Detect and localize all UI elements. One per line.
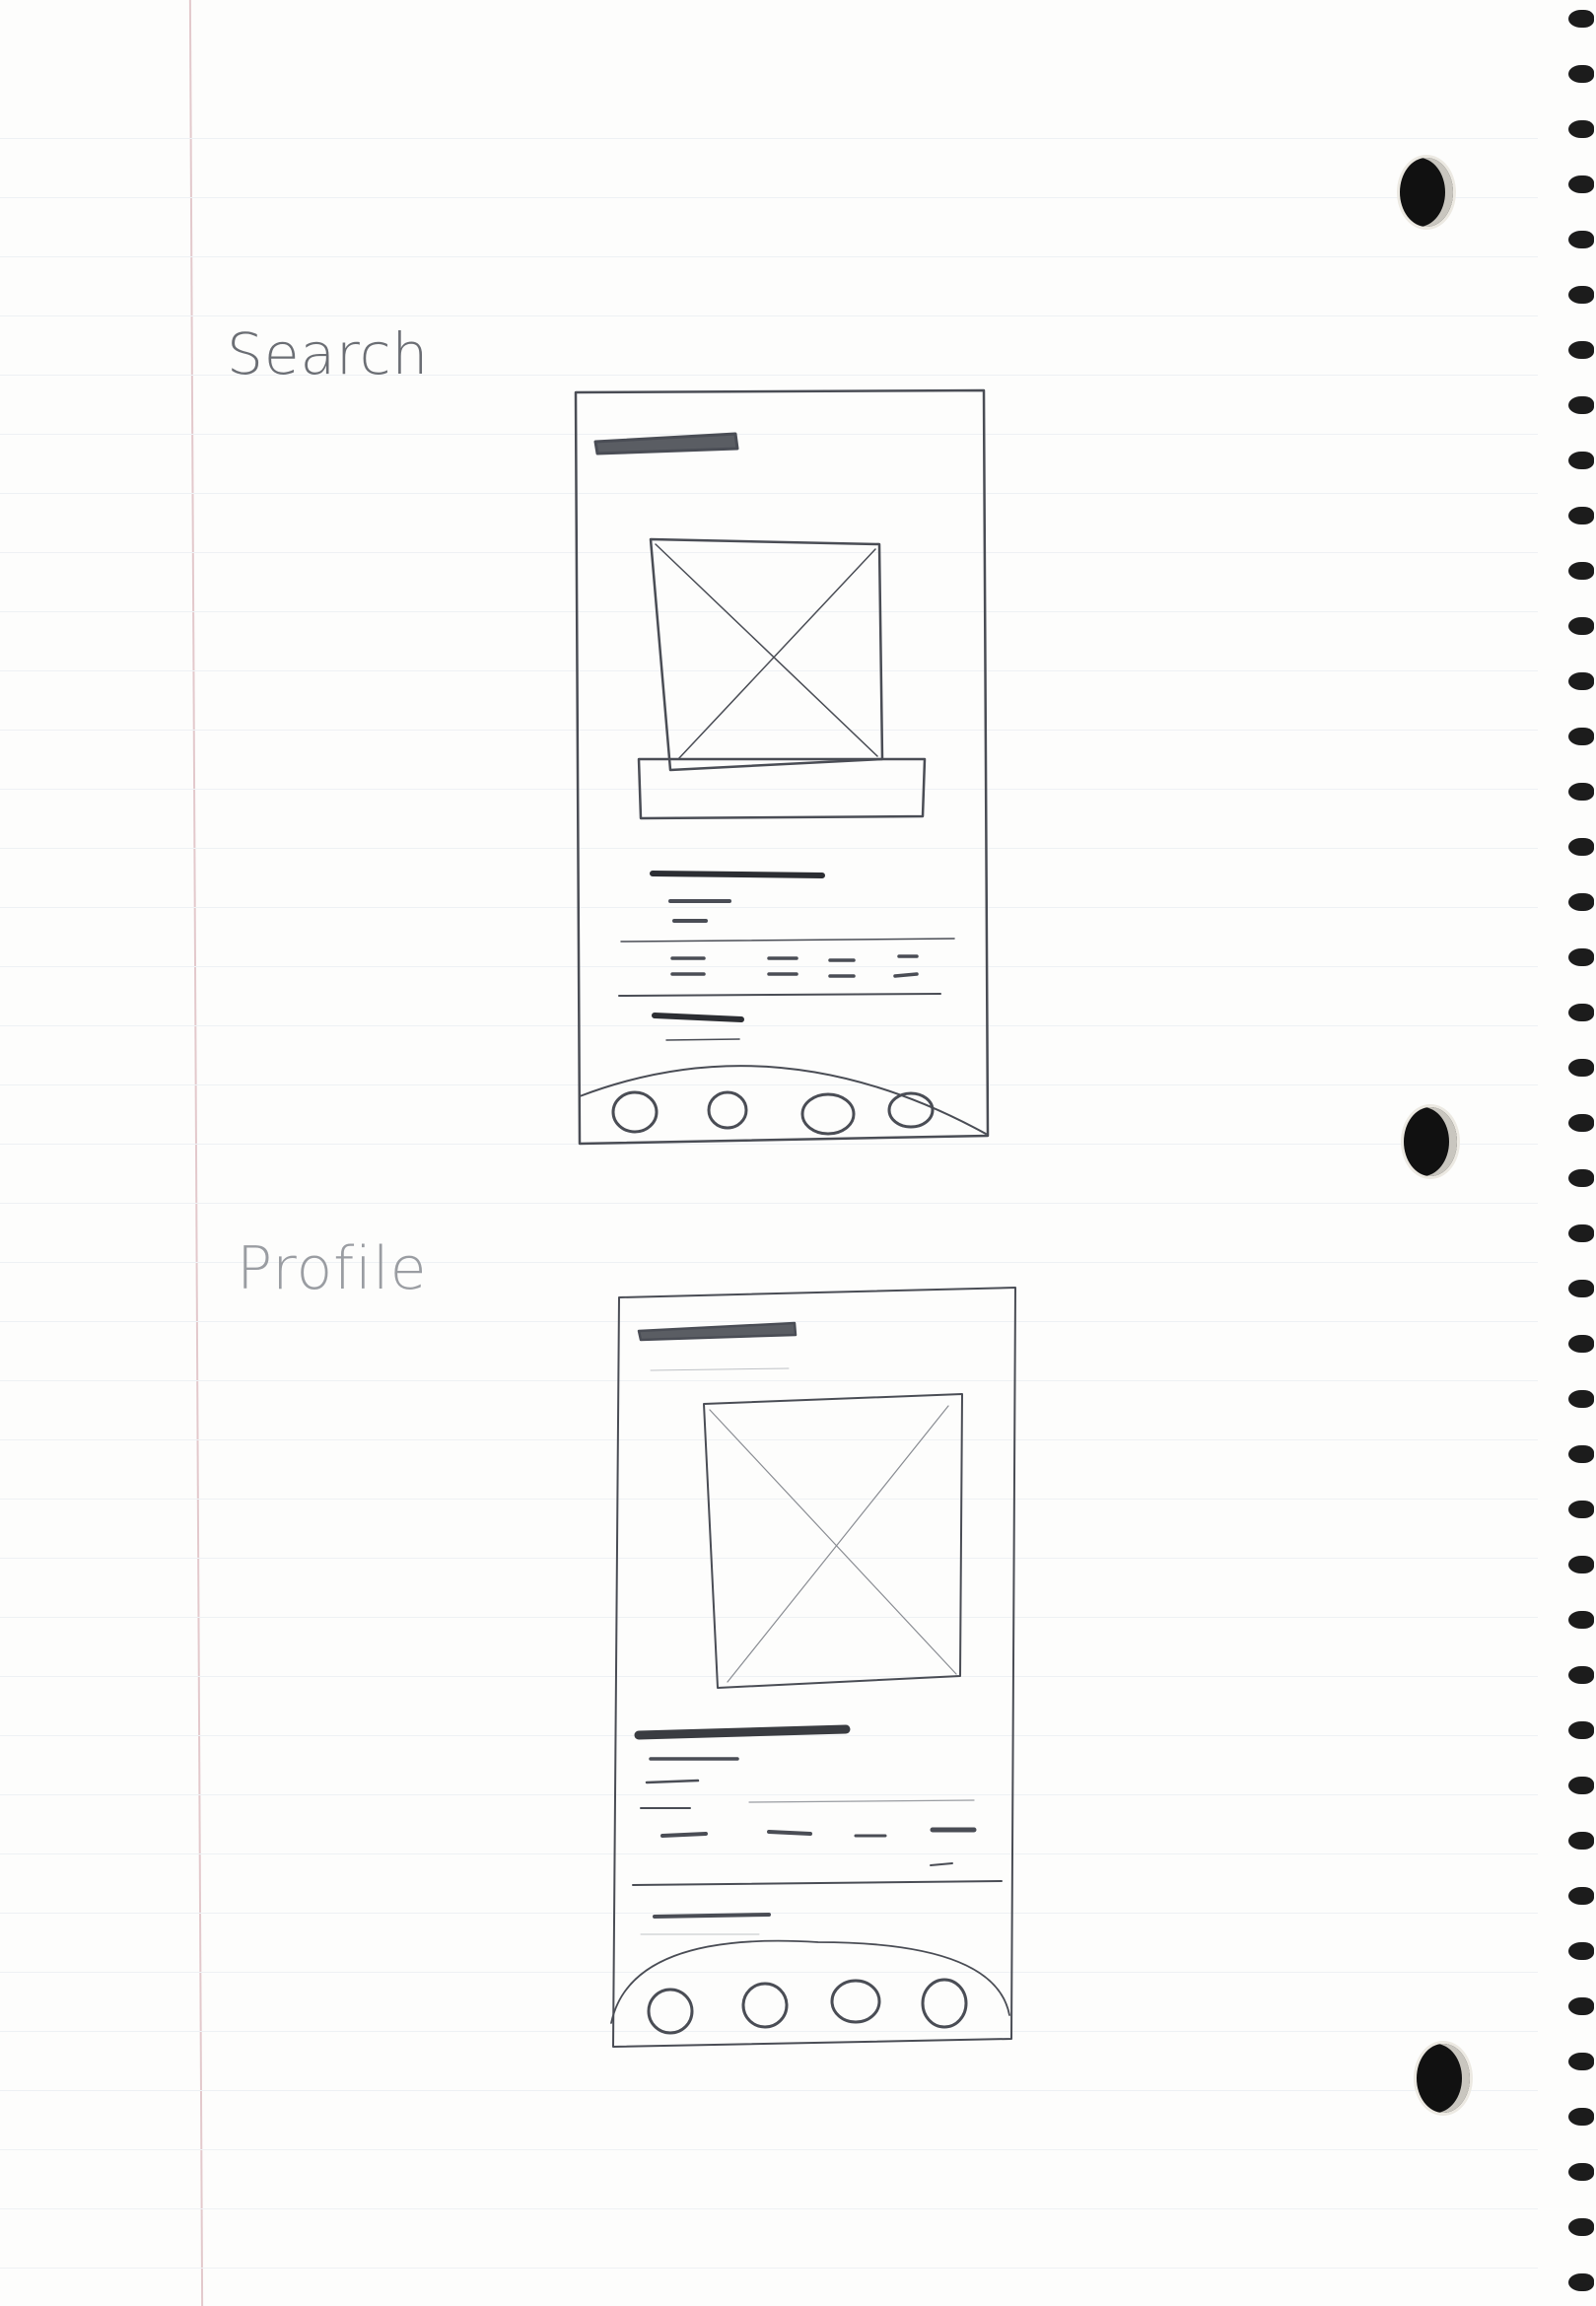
stat-mark — [930, 1862, 953, 1866]
image-frame — [703, 1393, 963, 1689]
stat-mark — [893, 954, 919, 978]
title-bar — [637, 1321, 798, 1342]
text-line — [665, 1038, 740, 1041]
text-line — [650, 1367, 790, 1371]
wireframe-sketches — [574, 388, 1016, 2048]
divider — [748, 1799, 975, 1803]
image-frame — [649, 537, 884, 772]
stat-mark — [660, 1832, 708, 1838]
nav-icon — [611, 1090, 659, 1134]
search-wireframe — [574, 388, 990, 1146]
stat-mark — [767, 956, 798, 976]
nav-icon — [741, 1982, 789, 2029]
nav-icon — [921, 1978, 968, 2029]
divider — [618, 993, 941, 997]
nav-icon — [800, 1092, 856, 1136]
stat-mark — [670, 956, 706, 976]
phone-frame — [574, 388, 990, 1146]
text-line — [653, 1913, 771, 1919]
divider — [620, 938, 955, 943]
phone-frame — [612, 1287, 1016, 2048]
title-bar — [593, 432, 739, 455]
text-line — [652, 1013, 744, 1022]
image-cross-1 — [709, 1409, 957, 1675]
text-line — [634, 1724, 851, 1740]
caption-box — [637, 757, 927, 820]
notebook-page: Search Profile — [0, 0, 1596, 2306]
image-cross-2 — [677, 548, 876, 760]
stat-mark — [767, 1830, 812, 1836]
profile-wireframe — [610, 1287, 1016, 2048]
image-cross-2 — [727, 1405, 949, 1683]
divider — [632, 1880, 1003, 1886]
text-line — [650, 871, 825, 878]
nav-icon — [830, 1979, 881, 2024]
stat-mark — [828, 958, 856, 978]
image-cross-1 — [655, 543, 878, 757]
text-line — [645, 1779, 700, 1784]
nav-curve — [610, 1939, 1010, 2024]
nav-icon — [707, 1090, 748, 1130]
nav-icon — [647, 1988, 694, 2035]
